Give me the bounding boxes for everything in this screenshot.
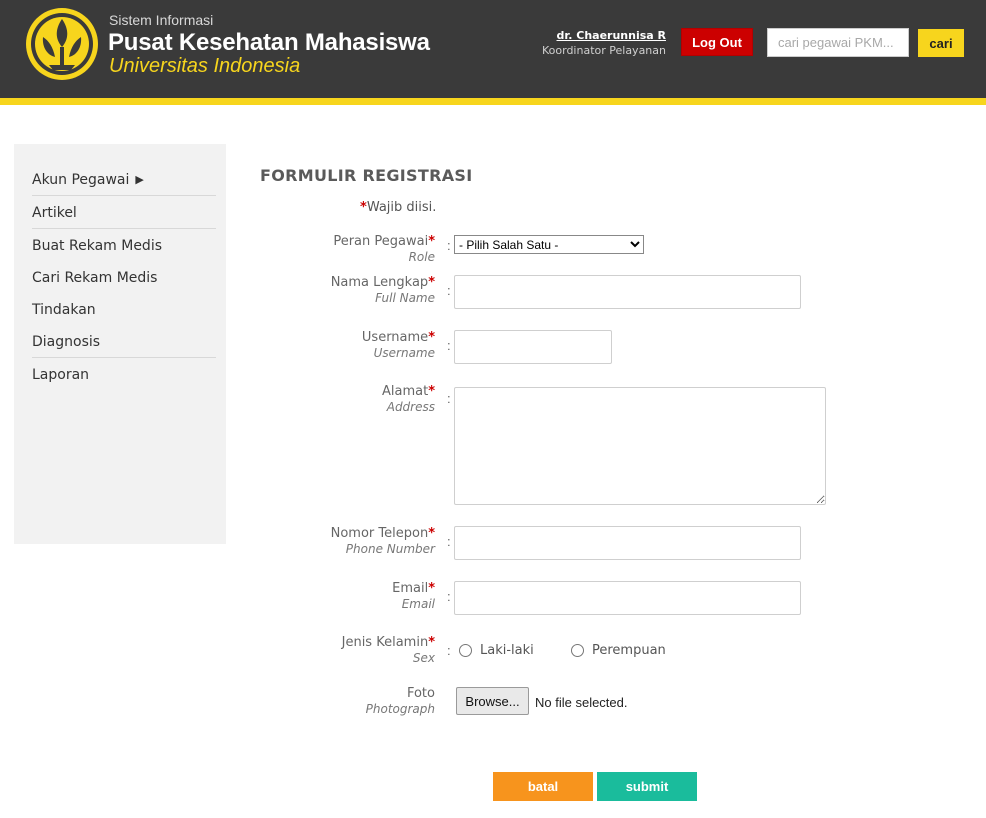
sidebar-item-label: Buat Rekam Medis xyxy=(32,238,162,254)
top-header: Sistem Informasi Pusat Kesehatan Mahasis… xyxy=(0,0,986,98)
radio-circle-icon[interactable] xyxy=(459,644,472,657)
fullname-input[interactable] xyxy=(454,275,801,309)
sidebar-item-label: Laporan xyxy=(32,367,90,383)
required-star: * xyxy=(428,526,435,541)
cancel-button[interactable]: batal xyxy=(493,772,593,801)
username-label-text: Username xyxy=(361,330,429,345)
sidebar-item-diagnosis[interactable]: Diagnosis xyxy=(32,326,216,358)
search-input[interactable] xyxy=(767,28,909,57)
sidebar-item-laporan[interactable]: Laporan xyxy=(32,359,216,391)
search-button[interactable]: cari xyxy=(918,29,964,57)
username-label: Username* Username xyxy=(362,330,435,360)
photo-sublabel: Photograph xyxy=(365,702,435,716)
field-colon: : xyxy=(447,534,451,549)
phone-sublabel: Phone Number xyxy=(345,542,435,556)
sex-radio-female[interactable]: Perempuan xyxy=(571,643,666,658)
file-status: No file selected. xyxy=(535,695,628,710)
fullname-label-text: Nama Lengkap xyxy=(330,275,429,290)
sidebar-item-buat-rekam-medis[interactable]: Buat Rekam Medis xyxy=(32,230,216,262)
username-input[interactable] xyxy=(454,330,612,364)
brand-university: Universitas Indonesia xyxy=(109,55,301,77)
photo-label-text: Foto xyxy=(406,686,435,701)
photo-label: Foto Photograph xyxy=(366,686,435,716)
required-star: * xyxy=(428,581,435,596)
radio-label: Perempuan xyxy=(592,643,666,658)
email-label: Email* Email xyxy=(392,581,435,611)
field-colon: : xyxy=(447,283,451,298)
address-label-text: Alamat xyxy=(381,384,429,399)
email-sublabel: Email xyxy=(401,597,435,611)
sidebar-item-label: Cari Rekam Medis xyxy=(32,270,158,286)
field-colon: : xyxy=(447,338,451,353)
required-star: * xyxy=(428,384,435,399)
username-sublabel: Username xyxy=(373,346,435,360)
role-sublabel: Role xyxy=(408,250,435,264)
submit-button[interactable]: submit xyxy=(597,772,697,801)
phone-input[interactable] xyxy=(454,526,801,560)
field-colon: : xyxy=(447,391,451,406)
sidebar-item-cari-rekam-medis[interactable]: Cari Rekam Medis xyxy=(32,262,216,294)
required-star: * xyxy=(428,275,435,290)
required-star: * xyxy=(428,234,435,249)
user-name-link[interactable]: dr. Chaerunnisa R xyxy=(557,29,666,42)
sex-label: Jenis Kelamin* Sex xyxy=(342,635,435,665)
required-star: * xyxy=(428,330,435,345)
university-logo-icon xyxy=(26,8,98,80)
required-star: * xyxy=(428,635,435,650)
triangle-right-icon: ▶ xyxy=(135,173,144,186)
required-star: * xyxy=(360,200,367,215)
fullname-label: Nama Lengkap* Full Name xyxy=(331,275,435,305)
sidebar-item-label: Artikel xyxy=(32,204,77,221)
address-textarea[interactable] xyxy=(454,387,826,505)
logout-button[interactable]: Log Out xyxy=(681,28,753,56)
radio-circle-icon[interactable] xyxy=(571,644,584,657)
address-label: Alamat* Address xyxy=(382,384,435,414)
role-label: Peran Pegawai* Role xyxy=(333,234,435,264)
form-title: FORMULIR REGISTRASI xyxy=(260,166,473,185)
required-note-text: Wajib diisi. xyxy=(366,200,437,215)
user-role: Koordinator Pelayanan xyxy=(541,44,666,57)
phone-label-text: Nomor Telepon xyxy=(330,526,429,541)
brand-title: Pusat Kesehatan Mahasiswa xyxy=(108,29,430,56)
sex-radio-male[interactable]: Laki-laki xyxy=(459,643,534,658)
required-note: *Wajib diisi. xyxy=(360,200,436,215)
sex-label-text: Jenis Kelamin xyxy=(341,635,429,650)
browse-file-button[interactable]: Browse... xyxy=(456,687,529,715)
role-label-text: Peran Pegawai xyxy=(333,234,429,249)
radio-label: Laki-laki xyxy=(480,643,534,658)
sex-sublabel: Sex xyxy=(412,651,435,665)
field-colon: : xyxy=(447,643,451,658)
email-label-text: Email xyxy=(392,581,429,596)
fullname-sublabel: Full Name xyxy=(375,291,435,305)
sidebar-item-akun-pegawai[interactable]: Akun Pegawai ▶ xyxy=(32,164,216,196)
sidebar-item-artikel[interactable]: Artikel xyxy=(32,197,216,229)
field-colon: : xyxy=(447,238,451,253)
field-colon: : xyxy=(447,589,451,604)
brand-subtitle: Sistem Informasi xyxy=(109,12,214,28)
address-sublabel: Address xyxy=(386,400,435,414)
role-select[interactable]: - Pilih Salah Satu - xyxy=(454,235,644,254)
header-accent-stripe xyxy=(0,98,986,105)
email-input[interactable] xyxy=(454,581,801,615)
sidebar-item-label: Akun Pegawai xyxy=(32,171,130,188)
sidebar-item-label: Diagnosis xyxy=(32,333,101,350)
sidebar: Akun Pegawai ▶ Artikel Buat Rekam Medis … xyxy=(14,144,226,544)
phone-label: Nomor Telepon* Phone Number xyxy=(331,526,435,556)
sidebar-item-label: Tindakan xyxy=(32,302,96,318)
sidebar-item-tindakan[interactable]: Tindakan xyxy=(32,294,216,326)
